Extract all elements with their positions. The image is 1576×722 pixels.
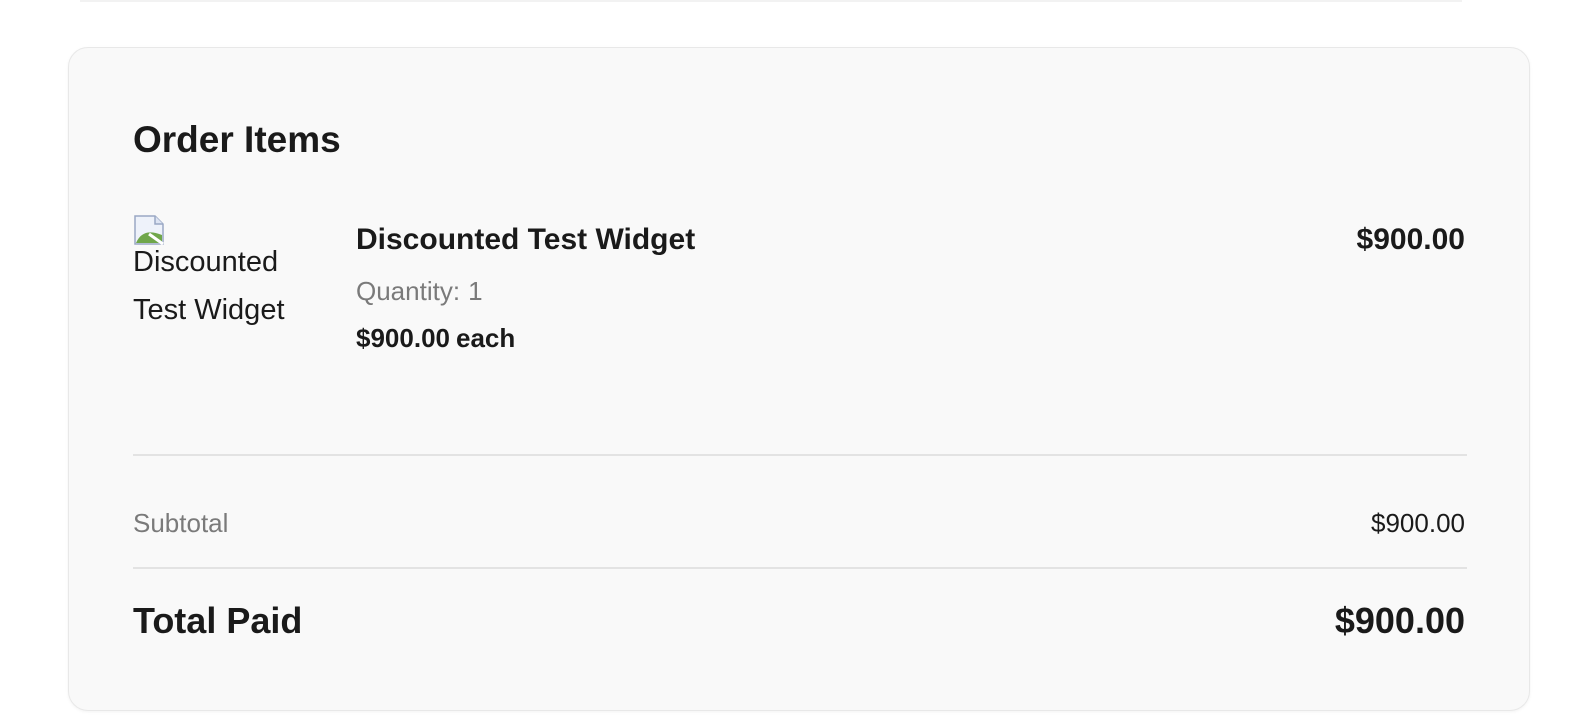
card-title: Order Items <box>133 119 341 160</box>
divider <box>133 567 1467 569</box>
product-image: Discounted Test Widget <box>133 214 323 334</box>
divider <box>133 454 1467 456</box>
quantity-value: 1 <box>468 276 483 306</box>
unit-price-value: $900.00 <box>356 323 450 353</box>
total-paid-value: $900.00 <box>1334 600 1465 641</box>
unit-price-suffix: each <box>455 323 516 353</box>
unit-price: $900.00 each <box>356 321 515 355</box>
subtotal-value: $900.00 <box>1371 508 1465 538</box>
product-image-alt-text: Discounted Test Widget <box>133 246 285 326</box>
previous-card-edge <box>80 0 1462 2</box>
product-quantity: Quantity: 1 <box>356 274 483 308</box>
total-paid-label: Total Paid <box>133 600 303 641</box>
line-total: $900.00 <box>1356 223 1465 256</box>
product-name: Discounted Test Widget <box>356 223 696 256</box>
order-items-card: Order Items Discounted Test Widget Disco… <box>68 47 1530 711</box>
subtotal-label: Subtotal <box>133 508 229 538</box>
quantity-label: Quantity: <box>356 276 461 306</box>
